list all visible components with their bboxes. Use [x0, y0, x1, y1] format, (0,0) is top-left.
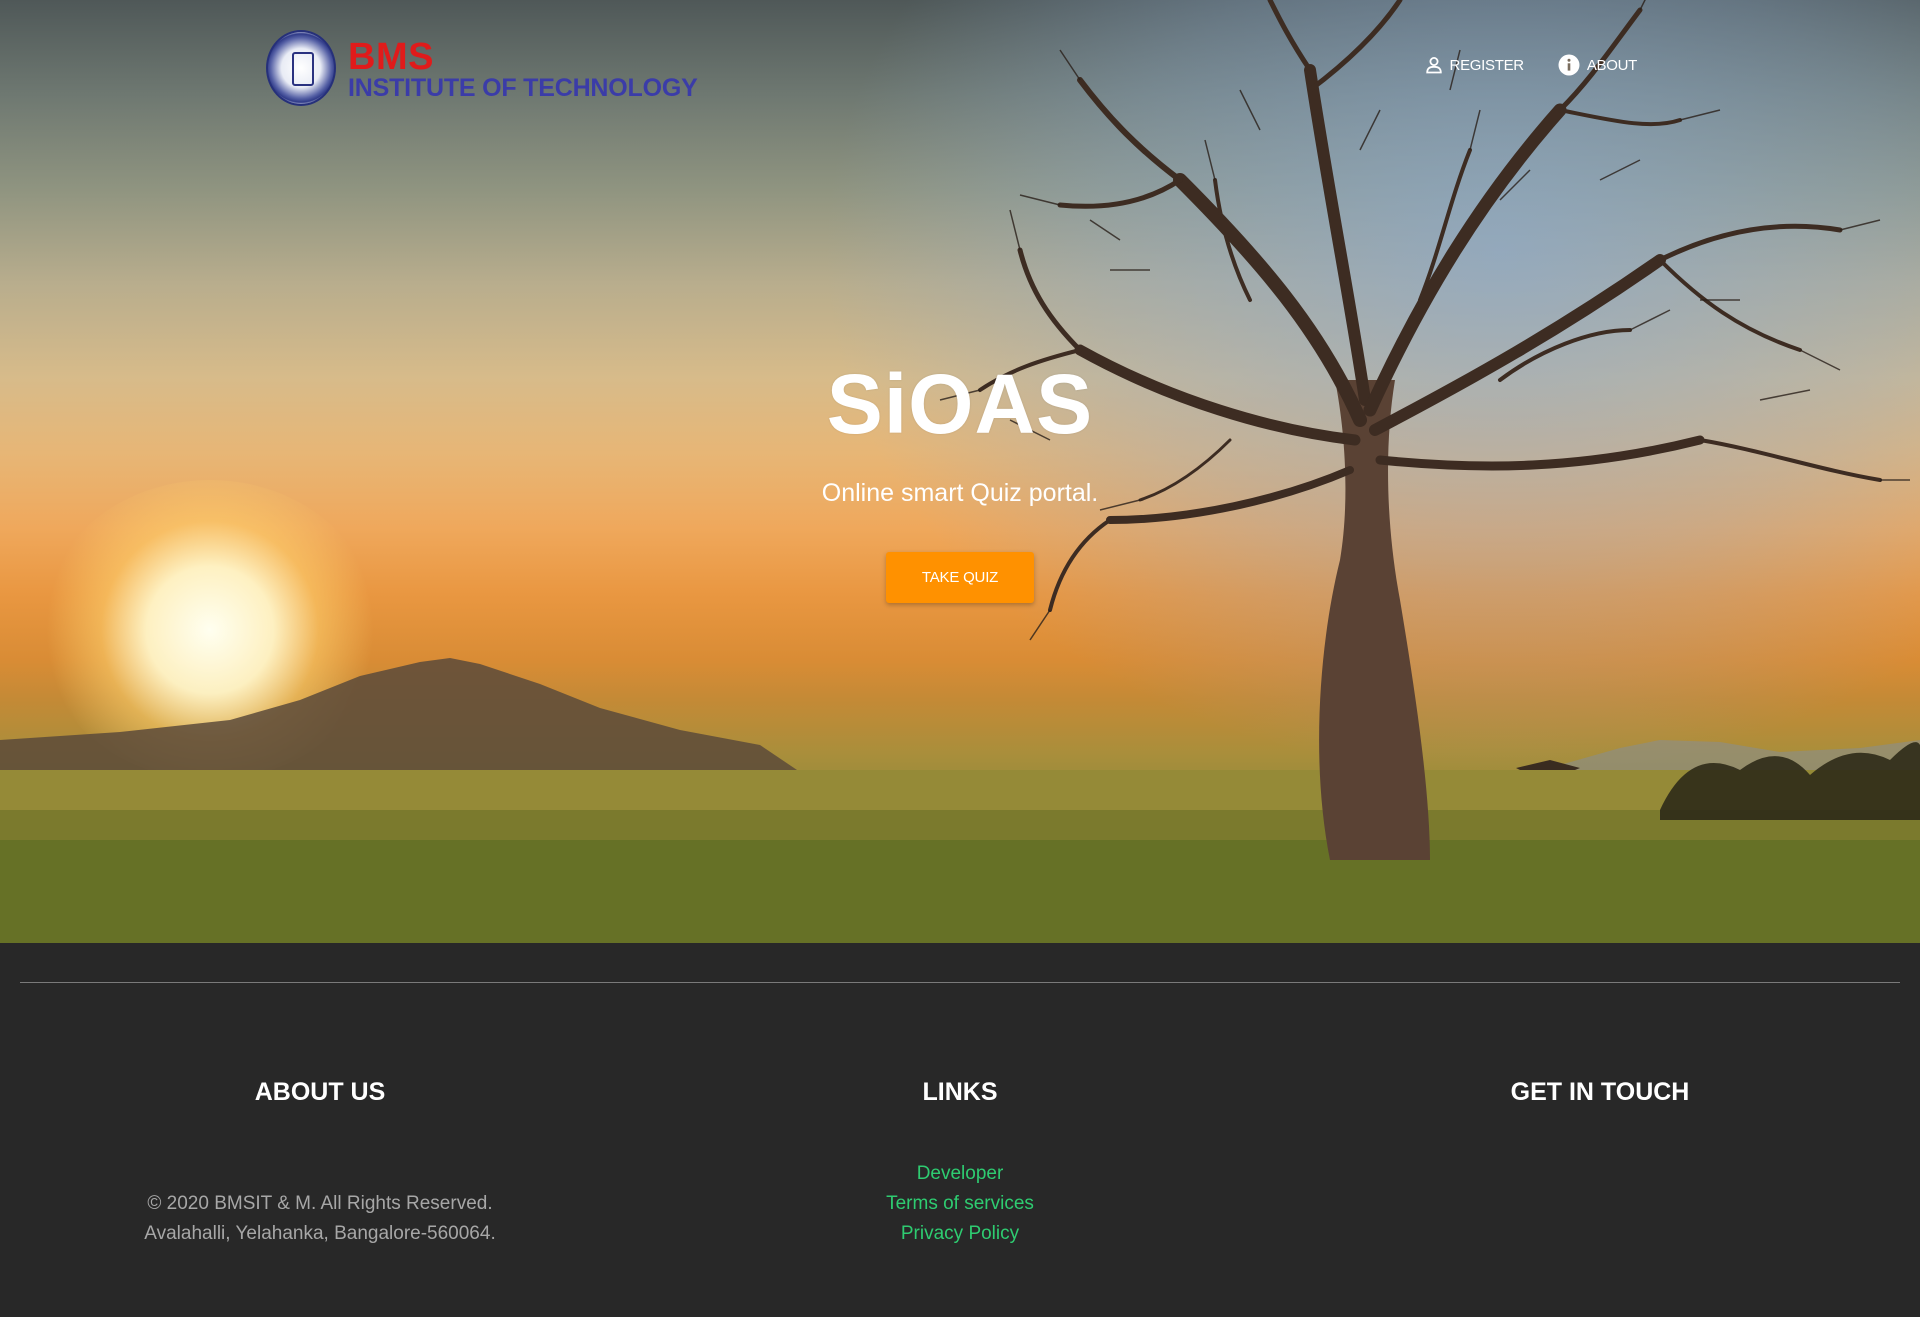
brand-logo[interactable]: BMS INSTITUTE OF TECHNOLOGY — [266, 30, 698, 106]
footer-about-text: © 2020 BMSIT & M. All Rights Reserved. A… — [0, 1189, 640, 1249]
address-line: Avalahalli, Yelahanka, Bangalore-560064. — [144, 1223, 496, 1244]
nav-about-label: ABOUT — [1586, 56, 1637, 74]
take-quiz-button[interactable]: TAKE QUIZ — [886, 552, 1034, 603]
nav-register-label: REGISTER — [1449, 56, 1525, 74]
hero-subtitle: Online smart Quiz portal. — [821, 479, 1099, 507]
footer-links-list: Developer Terms of services Privacy Poli… — [640, 1159, 1280, 1249]
info-icon — [1558, 54, 1580, 76]
link-terms-of-services[interactable]: Terms of services — [886, 1189, 1034, 1219]
link-privacy-policy[interactable]: Privacy Policy — [901, 1219, 1019, 1249]
footer: ABOUT US © 2020 BMSIT & M. All Rights Re… — [0, 943, 1920, 1317]
brand-subtitle: INSTITUTE OF TECHNOLOGY — [348, 73, 698, 102]
user-icon — [1425, 57, 1442, 74]
footer-contact-heading: GET IN TOUCH — [1510, 1078, 1690, 1106]
top-nav: REGISTER ABOUT — [1425, 54, 1637, 76]
brand-name: BMS — [348, 35, 434, 78]
footer-about-heading: ABOUT US — [254, 1078, 386, 1106]
nav-register[interactable]: REGISTER — [1425, 56, 1524, 74]
hero-section: BMS INSTITUTE OF TECHNOLOGY REGISTER ABO… — [0, 0, 1920, 943]
college-seal-icon — [266, 30, 336, 106]
copyright-line: © 2020 BMSIT & M. All Rights Reserved. — [147, 1193, 493, 1214]
hero-title: SiOAS — [826, 357, 1094, 451]
link-developer[interactable]: Developer — [917, 1159, 1004, 1189]
footer-links-heading: LINKS — [922, 1078, 998, 1106]
nav-about[interactable]: ABOUT — [1558, 54, 1637, 76]
brand-text: BMS INSTITUTE OF TECHNOLOGY — [348, 36, 698, 101]
footer-divider — [20, 982, 1900, 983]
landscape-illustration — [0, 0, 1920, 943]
